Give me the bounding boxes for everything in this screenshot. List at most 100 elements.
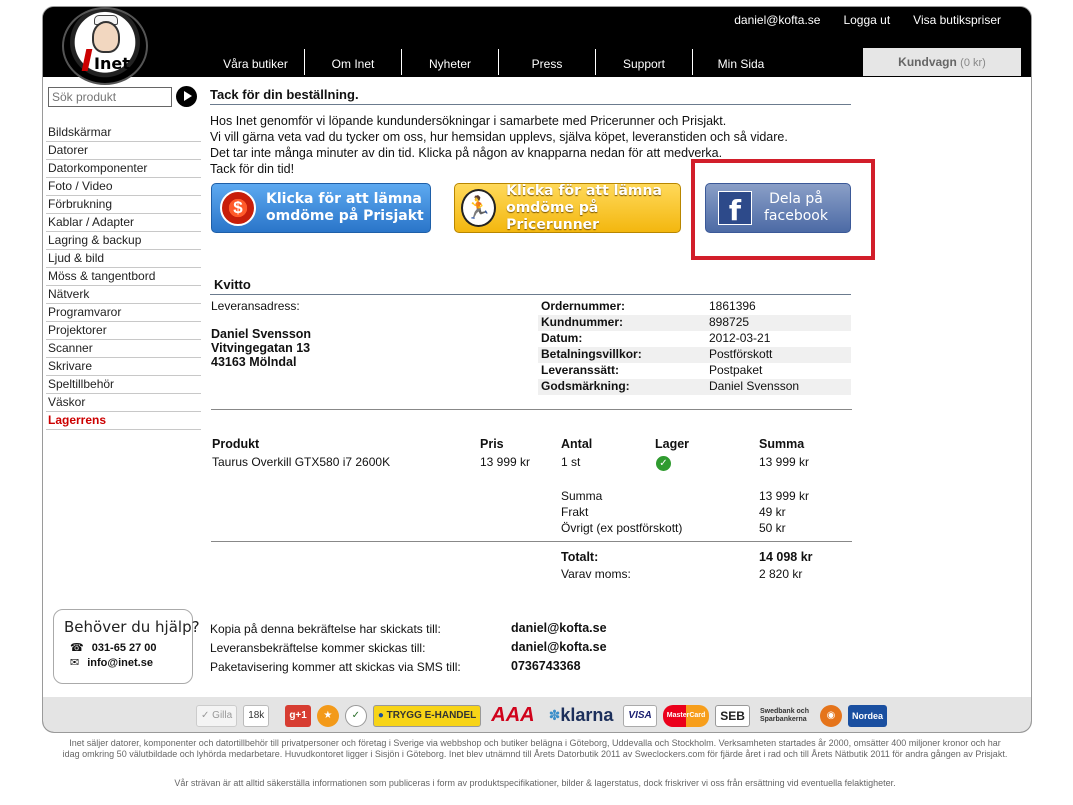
- detail-value: Daniel Svensson: [709, 379, 800, 393]
- runner-icon: 🏃: [461, 189, 497, 227]
- certified-icon: ✓: [344, 704, 367, 727]
- swedbank-badge: Swedbank och Sparbankerna: [759, 707, 809, 723]
- inet-logo[interactable]: Inet: [62, 7, 148, 85]
- klarna-icon: ✽: [548, 707, 561, 723]
- logo-text: Inet: [94, 54, 130, 73]
- gplus-button[interactable]: g+1: [285, 704, 311, 727]
- prisjakt-button-label: Klicka för att lämna omdöme på Prisjakt: [266, 191, 424, 225]
- cart-button[interactable]: Kundvagn (0 kr): [863, 48, 1021, 76]
- visa-badge: VISA: [623, 704, 657, 727]
- category-item[interactable]: Bildskärmar: [46, 124, 201, 142]
- category-item[interactable]: Datorer: [46, 142, 201, 160]
- vat-value: 2 820 kr: [759, 567, 803, 581]
- pricerunner-button-label: Klicka för att lämna omdöme på Pricerunn…: [506, 183, 680, 234]
- intro-line: Hos Inet genomför vi löpande kundundersö…: [210, 114, 727, 128]
- trygg-ehandel-badge[interactable]: ● TRYGG E-HANDEL: [372, 704, 482, 727]
- total-label: Totalt:: [561, 550, 599, 564]
- address-line: 43163 Mölndal: [211, 355, 297, 369]
- mascot-icon: [92, 21, 120, 53]
- other-fee-label: Övrigt (ex postförskott): [561, 521, 683, 535]
- swedbank-icon: ◉: [819, 704, 842, 727]
- user-email-link[interactable]: daniel@kofta.se: [734, 13, 820, 27]
- category-item[interactable]: Kablar / Adapter: [46, 214, 201, 232]
- category-list: Bildskärmar Datorer Datorkomponenter Fot…: [46, 124, 201, 430]
- nav-news[interactable]: Nyheter: [401, 49, 498, 75]
- detail-value: Postpaket: [709, 363, 763, 377]
- cart-amount: (0 kr): [960, 57, 986, 69]
- order-detail-row: Leveranssätt: Postpaket: [538, 363, 851, 379]
- help-email[interactable]: info@inet.se: [87, 657, 153, 669]
- other-fee-value: 50 kr: [759, 521, 786, 535]
- category-item[interactable]: Skrivare: [46, 358, 201, 376]
- search-go-icon[interactable]: [176, 86, 197, 107]
- like-button[interactable]: ✓ Gilla: [196, 704, 238, 727]
- col-qty: Antal: [561, 437, 593, 451]
- shipping-value: 49 kr: [759, 505, 786, 519]
- shipping-label: Frakt: [561, 505, 589, 519]
- prisjakt-icon: $: [220, 190, 256, 226]
- category-item[interactable]: Scanner: [46, 340, 201, 358]
- vat-label: Varav moms:: [561, 567, 631, 581]
- store-prices-link[interactable]: Visa butikspriser: [913, 13, 1001, 27]
- search-input[interactable]: [48, 87, 172, 107]
- receipt-title: Kvitto: [210, 277, 851, 295]
- prisjakt-review-button[interactable]: $ Klicka för att lämna omdöme på Prisjak…: [211, 183, 431, 233]
- footer-badges: ✓ Gilla 18k g+1 ★ ✓ ● TRYGG E-HANDEL AAA…: [43, 697, 1031, 732]
- detail-key: Ordernummer:: [541, 299, 626, 313]
- help-phone-row: ☎ 031-65 27 00: [70, 641, 182, 655]
- category-item[interactable]: Möss & tangentbord: [46, 268, 201, 286]
- nav-my-page[interactable]: Min Sida: [692, 49, 789, 75]
- seb-badge: SEB: [715, 704, 750, 727]
- category-item[interactable]: Ljud & bild: [46, 250, 201, 268]
- footer-disclaimer-2: Vår strävan är att alltid säkerställa in…: [174, 778, 896, 788]
- nav-press[interactable]: Press: [498, 49, 595, 75]
- category-item[interactable]: Foto / Video: [46, 178, 201, 196]
- detail-key: Godsmärkning:: [541, 379, 630, 393]
- order-detail-row: Betalningsvillkor: Postförskott: [538, 347, 851, 363]
- klarna-badge: ✽ klarna: [545, 705, 618, 727]
- order-detail-row: Kundnummer: 898725: [538, 315, 851, 331]
- category-item[interactable]: Nätverk: [46, 286, 201, 304]
- pricerunner-review-button[interactable]: 🏃 Klicka för att lämna omdöme på Priceru…: [454, 183, 681, 233]
- help-box: Behöver du hjälp? ☎ 031-65 27 00 ✉ info@…: [53, 609, 200, 684]
- item-qty: 1 st: [561, 455, 581, 469]
- detail-key: Kundnummer:: [541, 315, 623, 329]
- help-title: Behöver du hjälp?: [64, 618, 200, 636]
- category-item[interactable]: Datorkomponenter: [46, 160, 201, 178]
- nav-stores[interactable]: Våra butiker: [207, 49, 304, 75]
- sidebar: Bildskärmar Datorer Datorkomponenter Fot…: [43, 77, 203, 697]
- address-label: Leveransadress:: [211, 299, 300, 313]
- address-line: Vitvingegatan 13: [211, 341, 311, 355]
- category-item[interactable]: Väskor: [46, 394, 201, 412]
- category-item[interactable]: Programvaror: [46, 304, 201, 322]
- confirm-label: Kopia på denna bekräftelse har skickats …: [210, 622, 441, 636]
- klarna-label: klarna: [560, 705, 614, 725]
- category-item[interactable]: Lagring & backup: [46, 232, 201, 250]
- subtotal-value: 13 999 kr: [759, 489, 810, 503]
- category-item[interactable]: Projektorer: [46, 322, 201, 340]
- detail-value: 2012-03-21: [709, 331, 771, 345]
- divider: [211, 541, 852, 542]
- top-links: daniel@kofta.se Logga ut Visa butikspris…: [734, 13, 1001, 27]
- category-item[interactable]: Förbrukning: [46, 196, 201, 214]
- col-sum: Summa: [759, 437, 805, 451]
- header: Inet daniel@kofta.se Logga ut Visa butik…: [43, 7, 1031, 85]
- logout-link[interactable]: Logga ut: [843, 13, 890, 27]
- confirm-value: daniel@kofta.se: [511, 621, 607, 635]
- thanks-title: Tack för din beställning.: [210, 87, 851, 105]
- order-detail-row: Ordernummer: 1861396: [538, 299, 851, 315]
- nav-about[interactable]: Om Inet: [304, 49, 401, 75]
- help-email-row: ✉ info@inet.se: [70, 656, 182, 670]
- confirm-value: 0736743368: [511, 659, 581, 673]
- intro-line: Vi vill gärna veta vad du tycker om oss,…: [210, 130, 788, 144]
- detail-key: Datum:: [541, 331, 583, 345]
- detail-value: Postförskott: [709, 347, 773, 361]
- category-item-clearance[interactable]: Lagerrens: [46, 412, 201, 430]
- pricerunner-label-line: omdöme på Pricerunner: [506, 199, 600, 233]
- nav-support[interactable]: Support: [595, 49, 692, 75]
- help-phone[interactable]: 031-65 27 00: [92, 642, 157, 654]
- category-item[interactable]: Speltillbehör: [46, 376, 201, 394]
- mastercard-badge: MasterCard: [662, 704, 710, 727]
- order-detail-row: Godsmärkning: Daniel Svensson: [538, 379, 851, 395]
- cart-label: Kundvagn: [898, 55, 957, 69]
